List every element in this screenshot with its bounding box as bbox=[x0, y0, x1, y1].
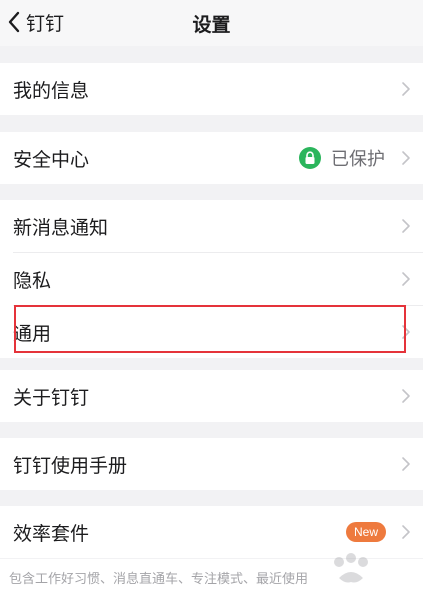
settings-item-label: 新消息通知 bbox=[13, 216, 109, 239]
settings-item-about[interactable]: 关于钉钉 bbox=[0, 370, 423, 422]
settings-item-label: 关于钉钉 bbox=[13, 386, 90, 409]
efficiency-description: 包含工作好习惯、消息直通车、专注模式、最近使用 bbox=[9, 572, 309, 587]
watermark-icon bbox=[334, 553, 368, 583]
settings-item-security-center[interactable]: 安全中心 已保护 bbox=[0, 132, 423, 184]
navigation-bar: 钉钉 设置 bbox=[0, 0, 423, 46]
chevron-right-icon bbox=[401, 271, 411, 287]
chevron-right-icon bbox=[401, 388, 411, 404]
settings-group-about: 关于钉钉 bbox=[0, 370, 423, 422]
chevron-right-icon bbox=[401, 150, 411, 166]
chevron-right-icon bbox=[401, 524, 411, 540]
new-badge: New bbox=[345, 522, 386, 542]
settings-item-user-manual[interactable]: 钉钉使用手册 bbox=[0, 438, 423, 490]
settings-item-my-info[interactable]: 我的信息 bbox=[0, 63, 423, 115]
security-status: 已保护 bbox=[299, 146, 385, 170]
settings-item-label: 我的信息 bbox=[13, 79, 90, 102]
settings-group-profile: 我的信息 bbox=[0, 63, 423, 115]
chevron-right-icon bbox=[401, 81, 411, 97]
chevron-right-icon bbox=[401, 456, 411, 472]
security-status-text: 已保护 bbox=[331, 149, 385, 170]
settings-item-privacy[interactable]: 隐私 bbox=[0, 253, 423, 305]
chevron-right-icon bbox=[401, 324, 411, 340]
chevron-right-icon bbox=[401, 218, 411, 234]
settings-item-notifications[interactable]: 新消息通知 bbox=[0, 200, 423, 252]
lock-icon bbox=[299, 147, 321, 169]
settings-item-label: 钉钉使用手册 bbox=[13, 454, 128, 477]
page-title: 设置 bbox=[192, 14, 231, 36]
settings-group-manual: 钉钉使用手册 bbox=[0, 438, 423, 490]
settings-group-security: 安全中心 已保护 bbox=[0, 132, 423, 184]
settings-item-general[interactable]: 通用 bbox=[0, 306, 423, 358]
settings-item-label: 通用 bbox=[13, 322, 52, 345]
settings-item-label: 隐私 bbox=[13, 269, 52, 292]
settings-group-preferences: 新消息通知 隐私 通用 bbox=[0, 200, 423, 358]
